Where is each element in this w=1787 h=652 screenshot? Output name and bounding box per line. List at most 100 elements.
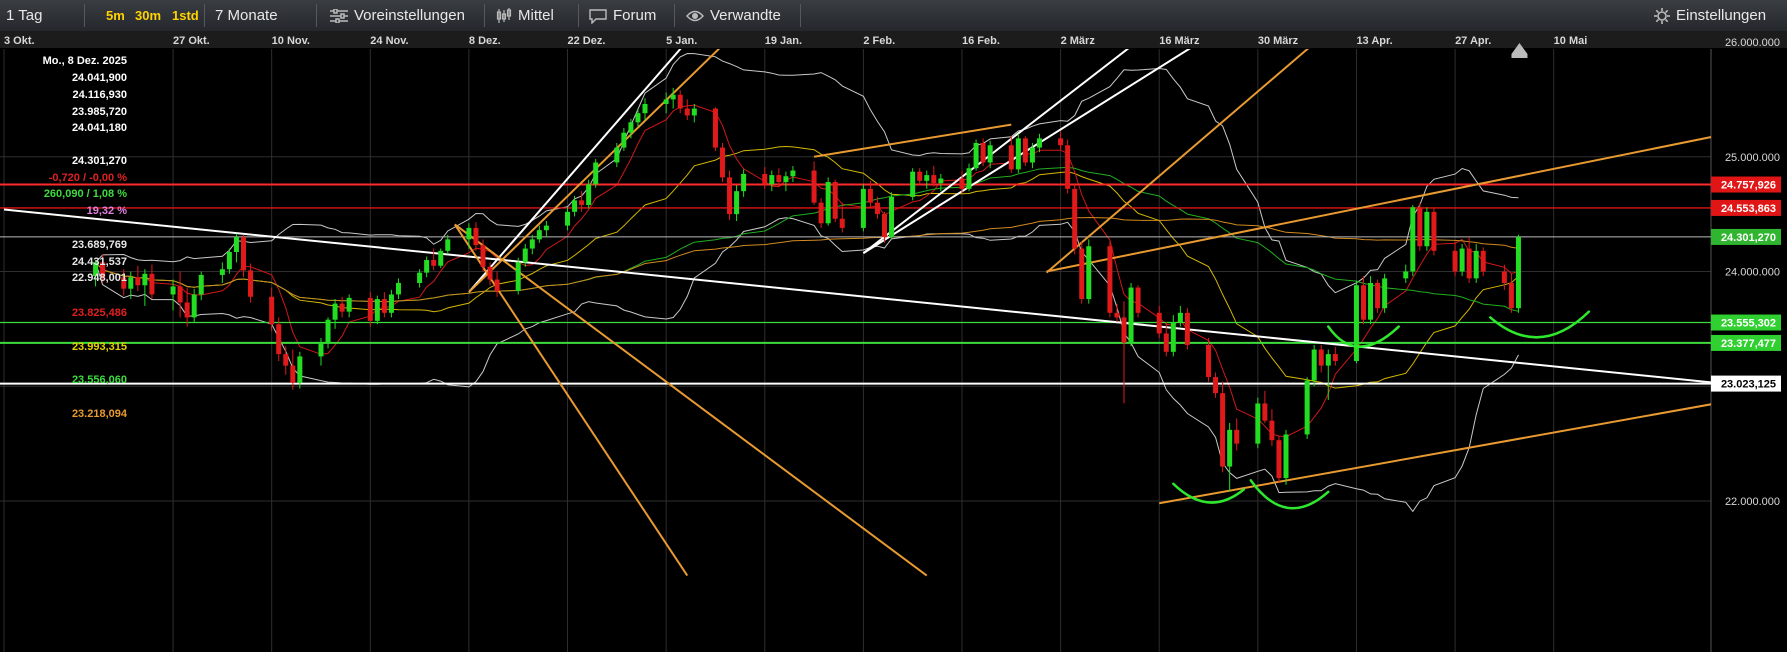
candle-body [1107,246,1113,313]
candle [839,202,845,233]
candle-body [1065,145,1071,189]
candle [283,346,289,375]
related-button[interactable]: Verwandte [680,0,787,31]
info-last: 24.301,270 [72,155,127,167]
candle [1213,372,1219,398]
candle-body [867,188,873,203]
candle-body [1269,420,1275,441]
candle [191,288,197,324]
candle [1325,349,1331,401]
price-chart[interactable]: 3 Okt. 27 Okt. 10 Nov. 24 Nov. 8 Dez. 22 Dez.… [0,31,1787,652]
candle-body [1220,393,1226,467]
candle [374,295,380,325]
candle-body [1086,246,1092,300]
candle-body [142,273,148,286]
candle-body [1403,271,1409,279]
trend-line [1159,403,1711,505]
candle [276,317,282,362]
toolbar-separator [484,4,485,27]
candle-body [332,303,338,320]
info-level: 23.993,315 [72,341,127,353]
trend-line [454,223,928,577]
candle-body [1508,282,1514,309]
candle-body [1015,138,1021,170]
candle-body [727,177,733,215]
candle-body [712,108,718,148]
candle [1452,241,1458,277]
candle [1368,276,1374,325]
chat-icon [589,8,607,24]
settings-button[interactable]: Einstellungen [1648,0,1772,31]
eye-icon [686,10,704,22]
price-label-text: 24.757,926 [1721,180,1776,192]
x-tick-label: 19 Jan. [765,35,802,47]
range-button[interactable]: 7 Monate [209,0,284,31]
candle [1403,264,1409,283]
candle-body [1022,138,1028,163]
candle-body [917,171,923,181]
candle [1459,243,1465,277]
period-30m-button[interactable]: 30m [135,0,161,31]
candle-body [924,175,930,181]
candle [719,142,725,182]
candle [473,222,479,251]
candle [388,289,394,318]
candle [536,225,542,243]
candle [1079,241,1085,304]
toolbar-separator [674,4,675,27]
candle-body [719,147,725,178]
candle [621,128,627,152]
average-button[interactable]: Mittel [490,0,560,31]
forum-label: Forum [613,7,657,24]
candle [431,248,437,271]
toolbar-separator [316,4,317,27]
candle-body [184,302,190,318]
price-label: 24.553,863 [1711,199,1781,216]
presets-button[interactable]: Voreinstellungen [324,0,471,31]
candle-body [438,250,444,266]
x-tick-label: 27 Apr. [1455,35,1491,47]
average-label: Mittel [518,7,554,24]
price-label-text: 23.555,302 [1721,318,1776,330]
candle-body [374,299,380,321]
interval-button[interactable]: 1 Tag [0,0,48,31]
candle-body [1170,321,1176,352]
candles-icon [496,8,512,24]
period-5m-button[interactable]: 5m [106,0,125,31]
candle [226,248,232,274]
period-1std-button[interactable]: 1std [172,0,199,31]
candle-body [889,196,895,238]
candle-body [818,202,824,224]
candle [438,248,444,269]
candle-body [565,211,571,226]
candle-body [1058,138,1064,146]
forum-button[interactable]: Forum [583,0,662,31]
horizontal-levels [0,183,1711,385]
candle [346,294,352,318]
candle-body [1206,344,1212,378]
annotation-curve [1489,310,1591,339]
x-tick-label: 2 Feb. [863,35,895,47]
moving-average-green [95,166,1519,312]
candle-body [1332,354,1338,362]
candle [233,233,239,263]
info-percent: 19,32 % [87,205,128,217]
candle-body [572,200,578,212]
candle-body [938,178,944,184]
candle [1262,390,1268,423]
candle [1022,136,1028,166]
candle [1508,273,1514,313]
candle-body [621,132,627,148]
candle [1177,305,1183,327]
candle [494,271,500,297]
candle [727,170,733,220]
candle-body [233,237,239,252]
toolbar-separator [84,4,85,27]
last-bar-marker-base [1511,54,1528,58]
candle-body [515,262,521,292]
candle [332,299,338,329]
candle [1008,136,1014,173]
candle-body [628,122,634,133]
candle [1431,207,1437,256]
candle-body [987,145,993,163]
